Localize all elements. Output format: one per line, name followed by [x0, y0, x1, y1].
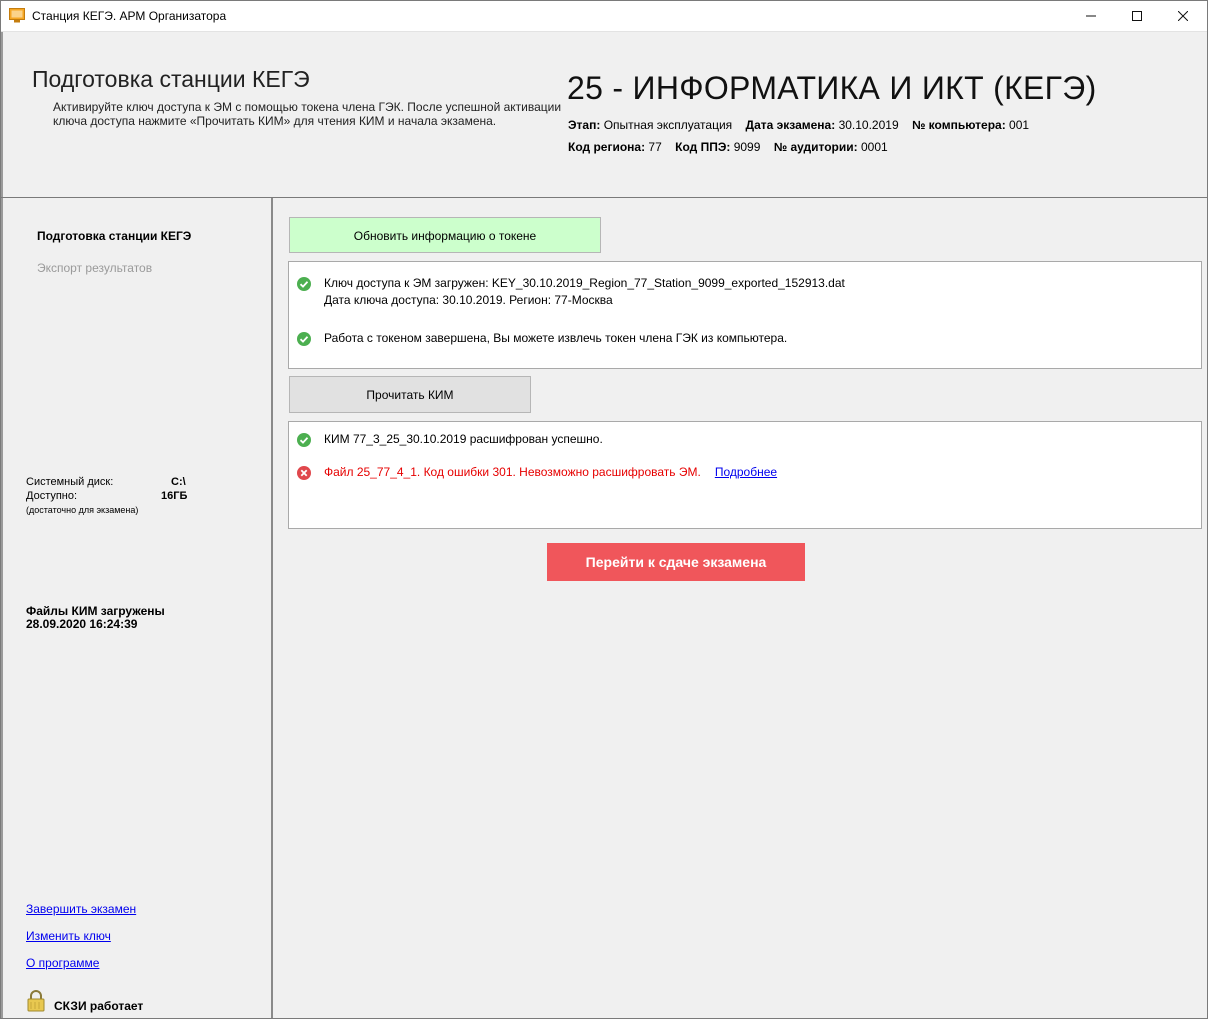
change-key-link[interactable]: Изменить ключ — [26, 929, 111, 943]
page-description: Активируйте ключ доступа к ЭМ с помощью … — [53, 100, 562, 128]
window-title: Станция КЕГЭ. АРМ Организатора — [32, 9, 227, 23]
subject-title: 25 - ИНФОРМАТИКА И ИКТ (КЕГЭ) — [567, 70, 1097, 106]
sidebar-item-preparation[interactable]: Подготовка станции КЕГЭ — [37, 229, 191, 243]
start-exam-button[interactable]: Перейти к сдаче экзамена — [547, 543, 805, 581]
close-button[interactable] — [1160, 1, 1206, 31]
refresh-token-button[interactable]: Обновить информацию о токене — [289, 217, 601, 253]
check-circle-icon — [297, 277, 311, 291]
ppe-value: 9099 — [733, 140, 761, 154]
region-label: Код региона: — [568, 140, 646, 154]
free-space-value: 16ГБ — [161, 490, 188, 502]
free-space-note: (достаточно для экзамена) — [26, 505, 139, 515]
main-content: Обновить информацию о токене Ключ доступ… — [273, 198, 1207, 1018]
kim-error-text: Файл 25_77_4_1. Код ошибки 301. Невозмож… — [324, 465, 701, 479]
computer-value: 001 — [1009, 118, 1030, 132]
x-circle-icon — [297, 466, 311, 480]
system-disk-label: Системный диск: — [26, 476, 114, 488]
minimize-icon — [1086, 15, 1096, 17]
header-divider — [1, 32, 3, 197]
token-log-panel: Ключ доступа к ЭМ загружен: KEY_30.10.20… — [288, 261, 1202, 369]
about-link[interactable]: О программе — [26, 956, 99, 970]
details-link[interactable]: Подробнее — [715, 465, 777, 479]
system-disk-value: C:\ — [171, 476, 186, 488]
close-icon — [1177, 10, 1189, 22]
check-circle-icon — [297, 332, 311, 346]
kim-success-text: КИМ 77_3_25_30.10.2019 расшифрован успеш… — [324, 432, 603, 446]
exam-meta-row-2: Код региона: 77 Код ППЭ: 9099 № аудитори… — [568, 140, 898, 154]
minimize-button[interactable] — [1068, 1, 1114, 31]
finish-exam-link[interactable]: Завершить экзамен — [26, 902, 136, 916]
token-done-text: Работа с токеном завершена, Вы можете из… — [324, 331, 788, 345]
sidebar-divider — [1, 198, 3, 1018]
stage-label: Этап: — [568, 118, 601, 132]
exam-date-value: 30.10.2019 — [838, 118, 899, 132]
skzi-status-label: СКЗИ работает — [54, 999, 144, 1013]
title-bar: Станция КЕГЭ. АРМ Организатора — [1, 1, 1207, 32]
computer-label: № компьютера: — [911, 118, 1006, 132]
check-circle-icon — [297, 433, 311, 447]
region-value: 77 — [648, 140, 662, 154]
lock-icon — [27, 990, 45, 1012]
disk-info: Системный диск: C:\ Доступно: 16ГБ (дост… — [26, 476, 226, 515]
auditorium-value: 0001 — [860, 140, 888, 154]
free-space-label: Доступно: — [26, 490, 78, 502]
app-window: Станция КЕГЭ. АРМ Организатора Подготовк… — [0, 0, 1208, 1019]
sidebar: Подготовка станции КЕГЭ Экспорт результа… — [1, 198, 273, 1018]
monitor-icon — [9, 8, 25, 23]
exam-meta-row-1: Этап: Опытная эксплуатация Дата экзамена… — [568, 118, 1039, 132]
maximize-icon — [1132, 11, 1142, 21]
kim-loaded-status: Файлы КИМ загружены 28.09.2020 16:24:39 — [26, 605, 165, 631]
maximize-button[interactable] — [1114, 1, 1160, 31]
kim-loaded-timestamp: 28.09.2020 16:24:39 — [26, 617, 138, 631]
stage-value: Опытная эксплуатация — [603, 118, 733, 132]
page-title: Подготовка станции КЕГЭ — [32, 66, 310, 92]
header: Подготовка станции КЕГЭ Активируйте ключ… — [1, 32, 1207, 198]
token-key-line2: Дата ключа доступа: 30.10.2019. Регион: … — [324, 293, 613, 307]
exam-date-label: Дата экзамена: — [745, 118, 836, 132]
ppe-label: Код ППЭ: — [675, 140, 731, 154]
read-kim-button[interactable]: Прочитать КИМ — [289, 376, 531, 413]
auditorium-label: № аудитории: — [773, 140, 858, 154]
sidebar-item-export: Экспорт результатов — [37, 261, 153, 275]
token-key-line1: Ключ доступа к ЭМ загружен: KEY_30.10.20… — [324, 276, 845, 290]
kim-log-panel: КИМ 77_3_25_30.10.2019 расшифрован успеш… — [288, 421, 1202, 529]
